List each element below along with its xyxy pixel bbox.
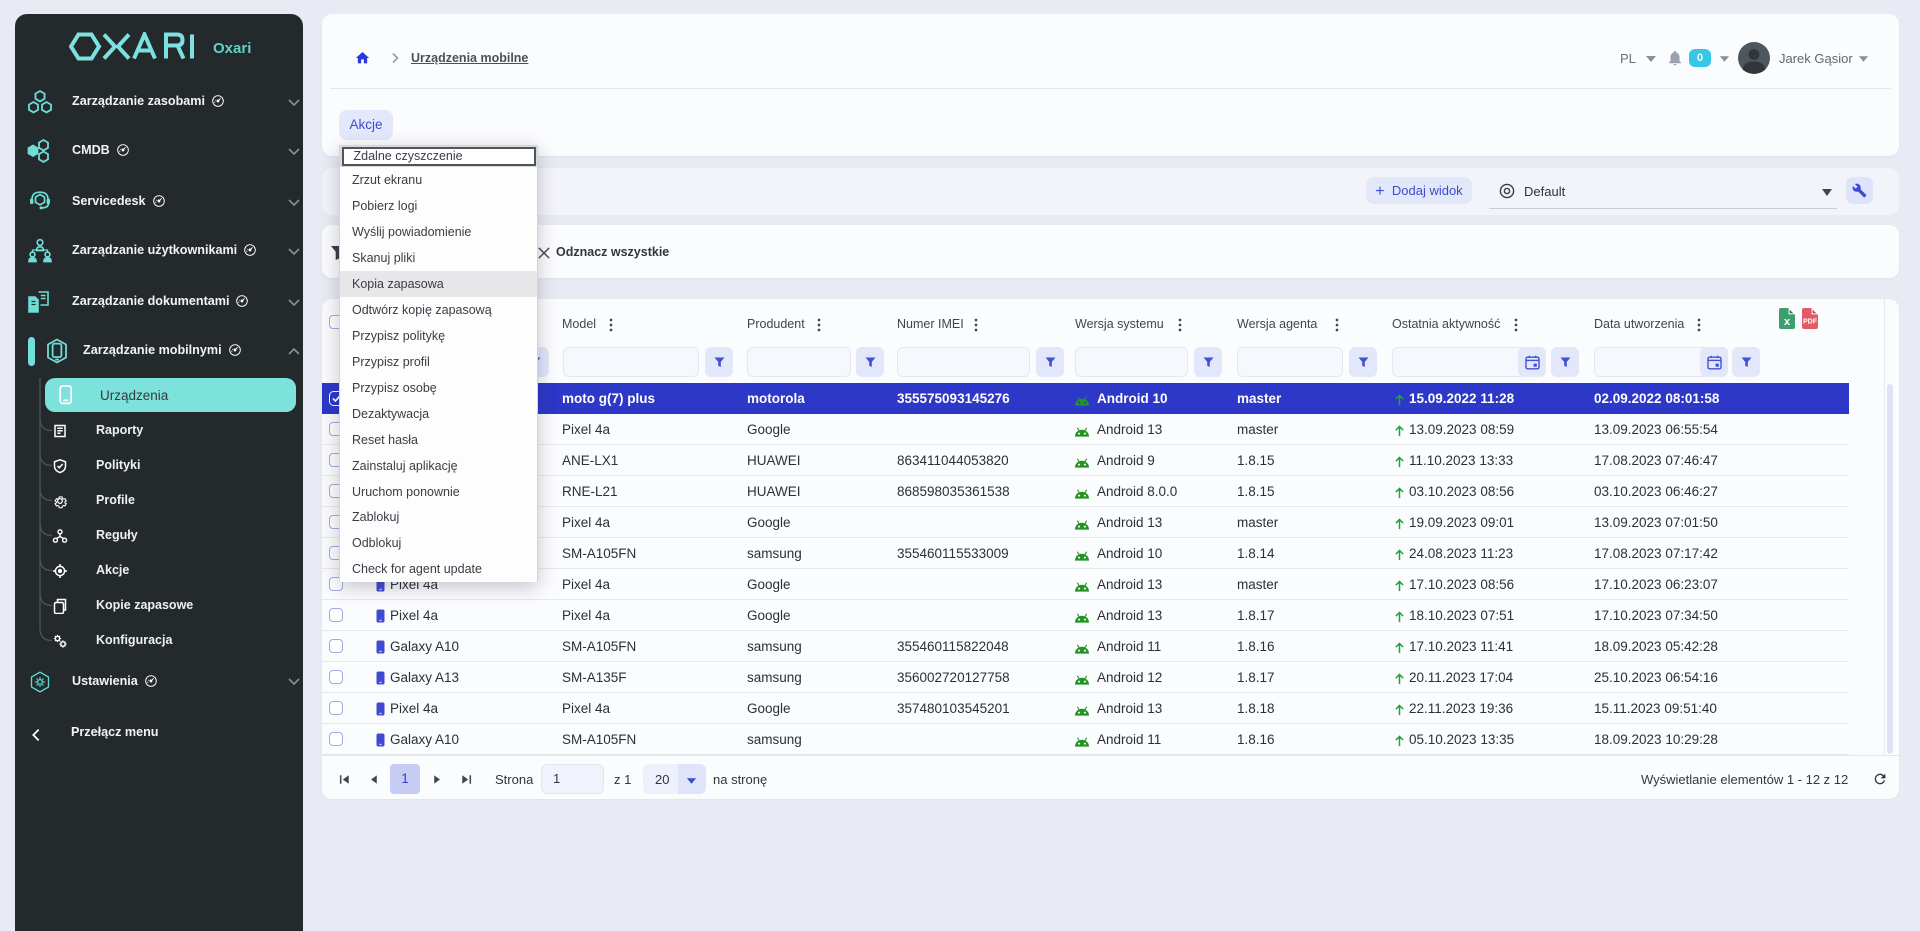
svg-text:x: x [1784,316,1791,328]
svg-text:PDF: PDF [1803,319,1818,326]
